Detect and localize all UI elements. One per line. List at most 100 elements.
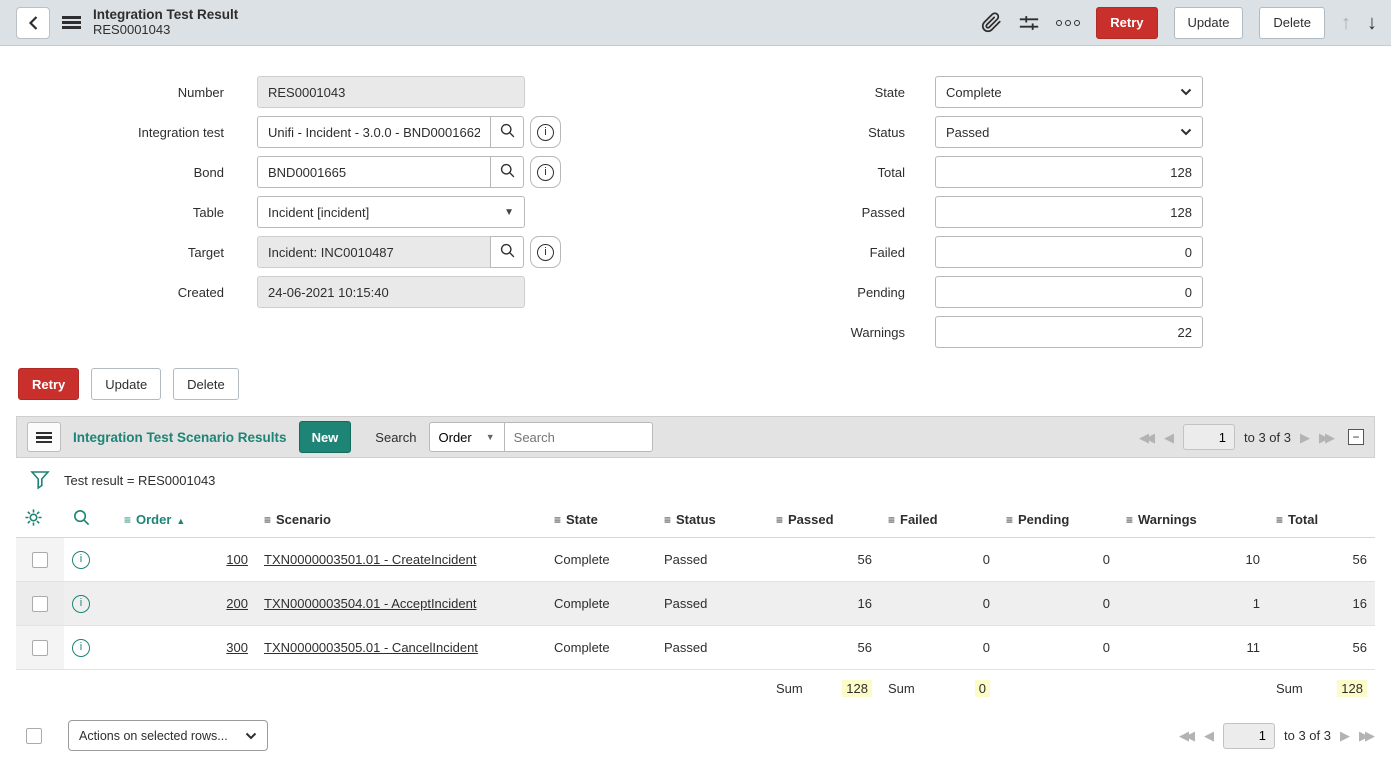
column-header-pending[interactable]: ≡Pending xyxy=(998,501,1118,538)
state-cell: Complete xyxy=(546,538,656,582)
form-context-menu-icon[interactable] xyxy=(62,16,81,29)
passed-field[interactable] xyxy=(935,196,1203,228)
bond-field[interactable] xyxy=(257,156,491,188)
scenario-link[interactable]: TXN0000003504.01 - AcceptIncident xyxy=(264,596,476,611)
column-header-scenario[interactable]: ≡Scenario xyxy=(256,501,546,538)
state-select[interactable]: Complete xyxy=(935,76,1203,108)
sort-ascending-icon: ▲ xyxy=(176,516,185,526)
filter-funnel-icon[interactable] xyxy=(30,469,50,491)
magnifier-icon xyxy=(499,242,516,262)
integration-test-lookup-button[interactable] xyxy=(490,116,524,148)
sum-row: Sum128 Sum0 Sum128 xyxy=(16,670,1375,707)
row-checkbox[interactable] xyxy=(32,596,48,612)
table-dropdown[interactable]: Incident [incident] ▼ xyxy=(257,196,525,228)
failed-sum-value: 0 xyxy=(975,680,990,697)
scroll-up-arrow-icon[interactable]: ↑ xyxy=(1341,13,1351,33)
target-field[interactable] xyxy=(257,236,491,268)
column-header-warnings[interactable]: ≡Warnings xyxy=(1118,501,1268,538)
column-header-order[interactable]: ≡Order▲ xyxy=(116,501,256,538)
order-link[interactable]: 300 xyxy=(226,640,248,655)
status-cell: Passed xyxy=(656,582,768,626)
target-lookup-button[interactable] xyxy=(490,236,524,268)
form-right-column: State Complete Status Passed Total Passe… xyxy=(700,76,1220,356)
column-header-total[interactable]: ≡Total xyxy=(1268,501,1375,538)
filter-breadcrumb[interactable]: Test result = RES0001043 xyxy=(64,473,215,488)
attachment-paperclip-icon[interactable] xyxy=(981,12,1002,33)
next-page-icon[interactable]: ▶ xyxy=(1340,729,1350,742)
scenario-link[interactable]: TXN0000003501.01 - CreateIncident xyxy=(264,552,476,567)
total-field[interactable] xyxy=(935,156,1203,188)
sum-label: Sum xyxy=(1276,681,1303,696)
target-info-button[interactable] xyxy=(530,236,561,268)
passed-cell: 56 xyxy=(768,538,880,582)
order-link[interactable]: 100 xyxy=(226,552,248,567)
failed-field[interactable] xyxy=(935,236,1203,268)
top-pagination: ◀◀ ◀ to 3 of 3 ▶ ▶▶ − xyxy=(1139,424,1364,450)
related-list-header: Integration Test Scenario Results New Se… xyxy=(16,416,1375,458)
pending-cell: 0 xyxy=(998,582,1118,626)
row-info-icon[interactable] xyxy=(72,595,90,613)
first-page-icon[interactable]: ◀◀ xyxy=(1179,729,1195,742)
retry-button[interactable]: Retry xyxy=(1096,7,1157,39)
failed-label: Failed xyxy=(700,245,905,260)
pending-field[interactable] xyxy=(935,276,1203,308)
form-retry-button[interactable]: Retry xyxy=(18,368,79,400)
row-checkbox[interactable] xyxy=(32,640,48,656)
column-header-state[interactable]: ≡State xyxy=(546,501,656,538)
list-search-input[interactable] xyxy=(505,422,653,452)
last-page-icon[interactable]: ▶▶ xyxy=(1359,729,1375,742)
row-checkbox[interactable] xyxy=(32,552,48,568)
last-page-icon[interactable]: ▶▶ xyxy=(1319,431,1335,444)
column-header-status[interactable]: ≡Status xyxy=(656,501,768,538)
created-field[interactable] xyxy=(257,276,525,308)
bond-reference xyxy=(257,156,524,188)
sum-label: Sum xyxy=(776,681,803,696)
search-field-dropdown[interactable]: Order ▼ xyxy=(429,422,505,452)
more-options-icon[interactable] xyxy=(1056,20,1080,26)
total-cell: 56 xyxy=(1268,626,1375,670)
bond-lookup-button[interactable] xyxy=(490,156,524,188)
integration-test-info-button[interactable] xyxy=(530,116,561,148)
status-select[interactable]: Passed xyxy=(935,116,1203,148)
order-link[interactable]: 200 xyxy=(226,596,248,611)
scenario-link[interactable]: TXN0000003505.01 - CancelIncident xyxy=(264,640,478,655)
state-cell: Complete xyxy=(546,626,656,670)
column-menu-icon: ≡ xyxy=(1276,513,1283,527)
select-all-checkbox[interactable] xyxy=(26,728,42,744)
personalize-sliders-icon[interactable] xyxy=(1018,12,1040,34)
page-number-input[interactable] xyxy=(1183,424,1235,450)
number-field[interactable] xyxy=(257,76,525,108)
form-update-button[interactable]: Update xyxy=(91,368,161,400)
list-context-menu-button[interactable] xyxy=(27,422,61,452)
status-label: Status xyxy=(700,125,905,140)
row-info-icon[interactable] xyxy=(72,639,90,657)
collapse-list-icon[interactable]: − xyxy=(1348,429,1364,445)
next-page-icon[interactable]: ▶ xyxy=(1300,431,1310,444)
delete-button[interactable]: Delete xyxy=(1259,7,1325,39)
table-row: 100 TXN0000003501.01 - CreateIncident Co… xyxy=(16,538,1375,582)
column-header-passed[interactable]: ≡Passed xyxy=(768,501,880,538)
page-number-input[interactable] xyxy=(1223,723,1275,749)
integration-test-field[interactable] xyxy=(257,116,491,148)
field-row-number: Number xyxy=(0,76,640,108)
warnings-field[interactable] xyxy=(935,316,1203,348)
scroll-down-arrow-icon[interactable]: ↓ xyxy=(1367,13,1377,33)
total-sum-value: 128 xyxy=(1337,680,1367,697)
form-delete-button[interactable]: Delete xyxy=(173,368,239,400)
passed-cell: 56 xyxy=(768,626,880,670)
previous-page-icon[interactable]: ◀ xyxy=(1164,431,1174,444)
row-info-icon[interactable] xyxy=(72,551,90,569)
failed-cell: 0 xyxy=(880,626,998,670)
first-page-icon[interactable]: ◀◀ xyxy=(1139,431,1155,444)
new-button[interactable]: New xyxy=(299,421,352,453)
back-button[interactable] xyxy=(16,7,50,39)
column-header-failed[interactable]: ≡Failed xyxy=(880,501,998,538)
list-search-icon[interactable] xyxy=(72,508,91,527)
info-icon xyxy=(537,164,554,181)
previous-page-icon[interactable]: ◀ xyxy=(1204,729,1214,742)
chevron-down-icon xyxy=(1180,88,1192,96)
bond-info-button[interactable] xyxy=(530,156,561,188)
update-button[interactable]: Update xyxy=(1174,7,1244,39)
list-gear-icon[interactable] xyxy=(24,508,43,527)
actions-dropdown[interactable]: Actions on selected rows... xyxy=(68,720,268,751)
